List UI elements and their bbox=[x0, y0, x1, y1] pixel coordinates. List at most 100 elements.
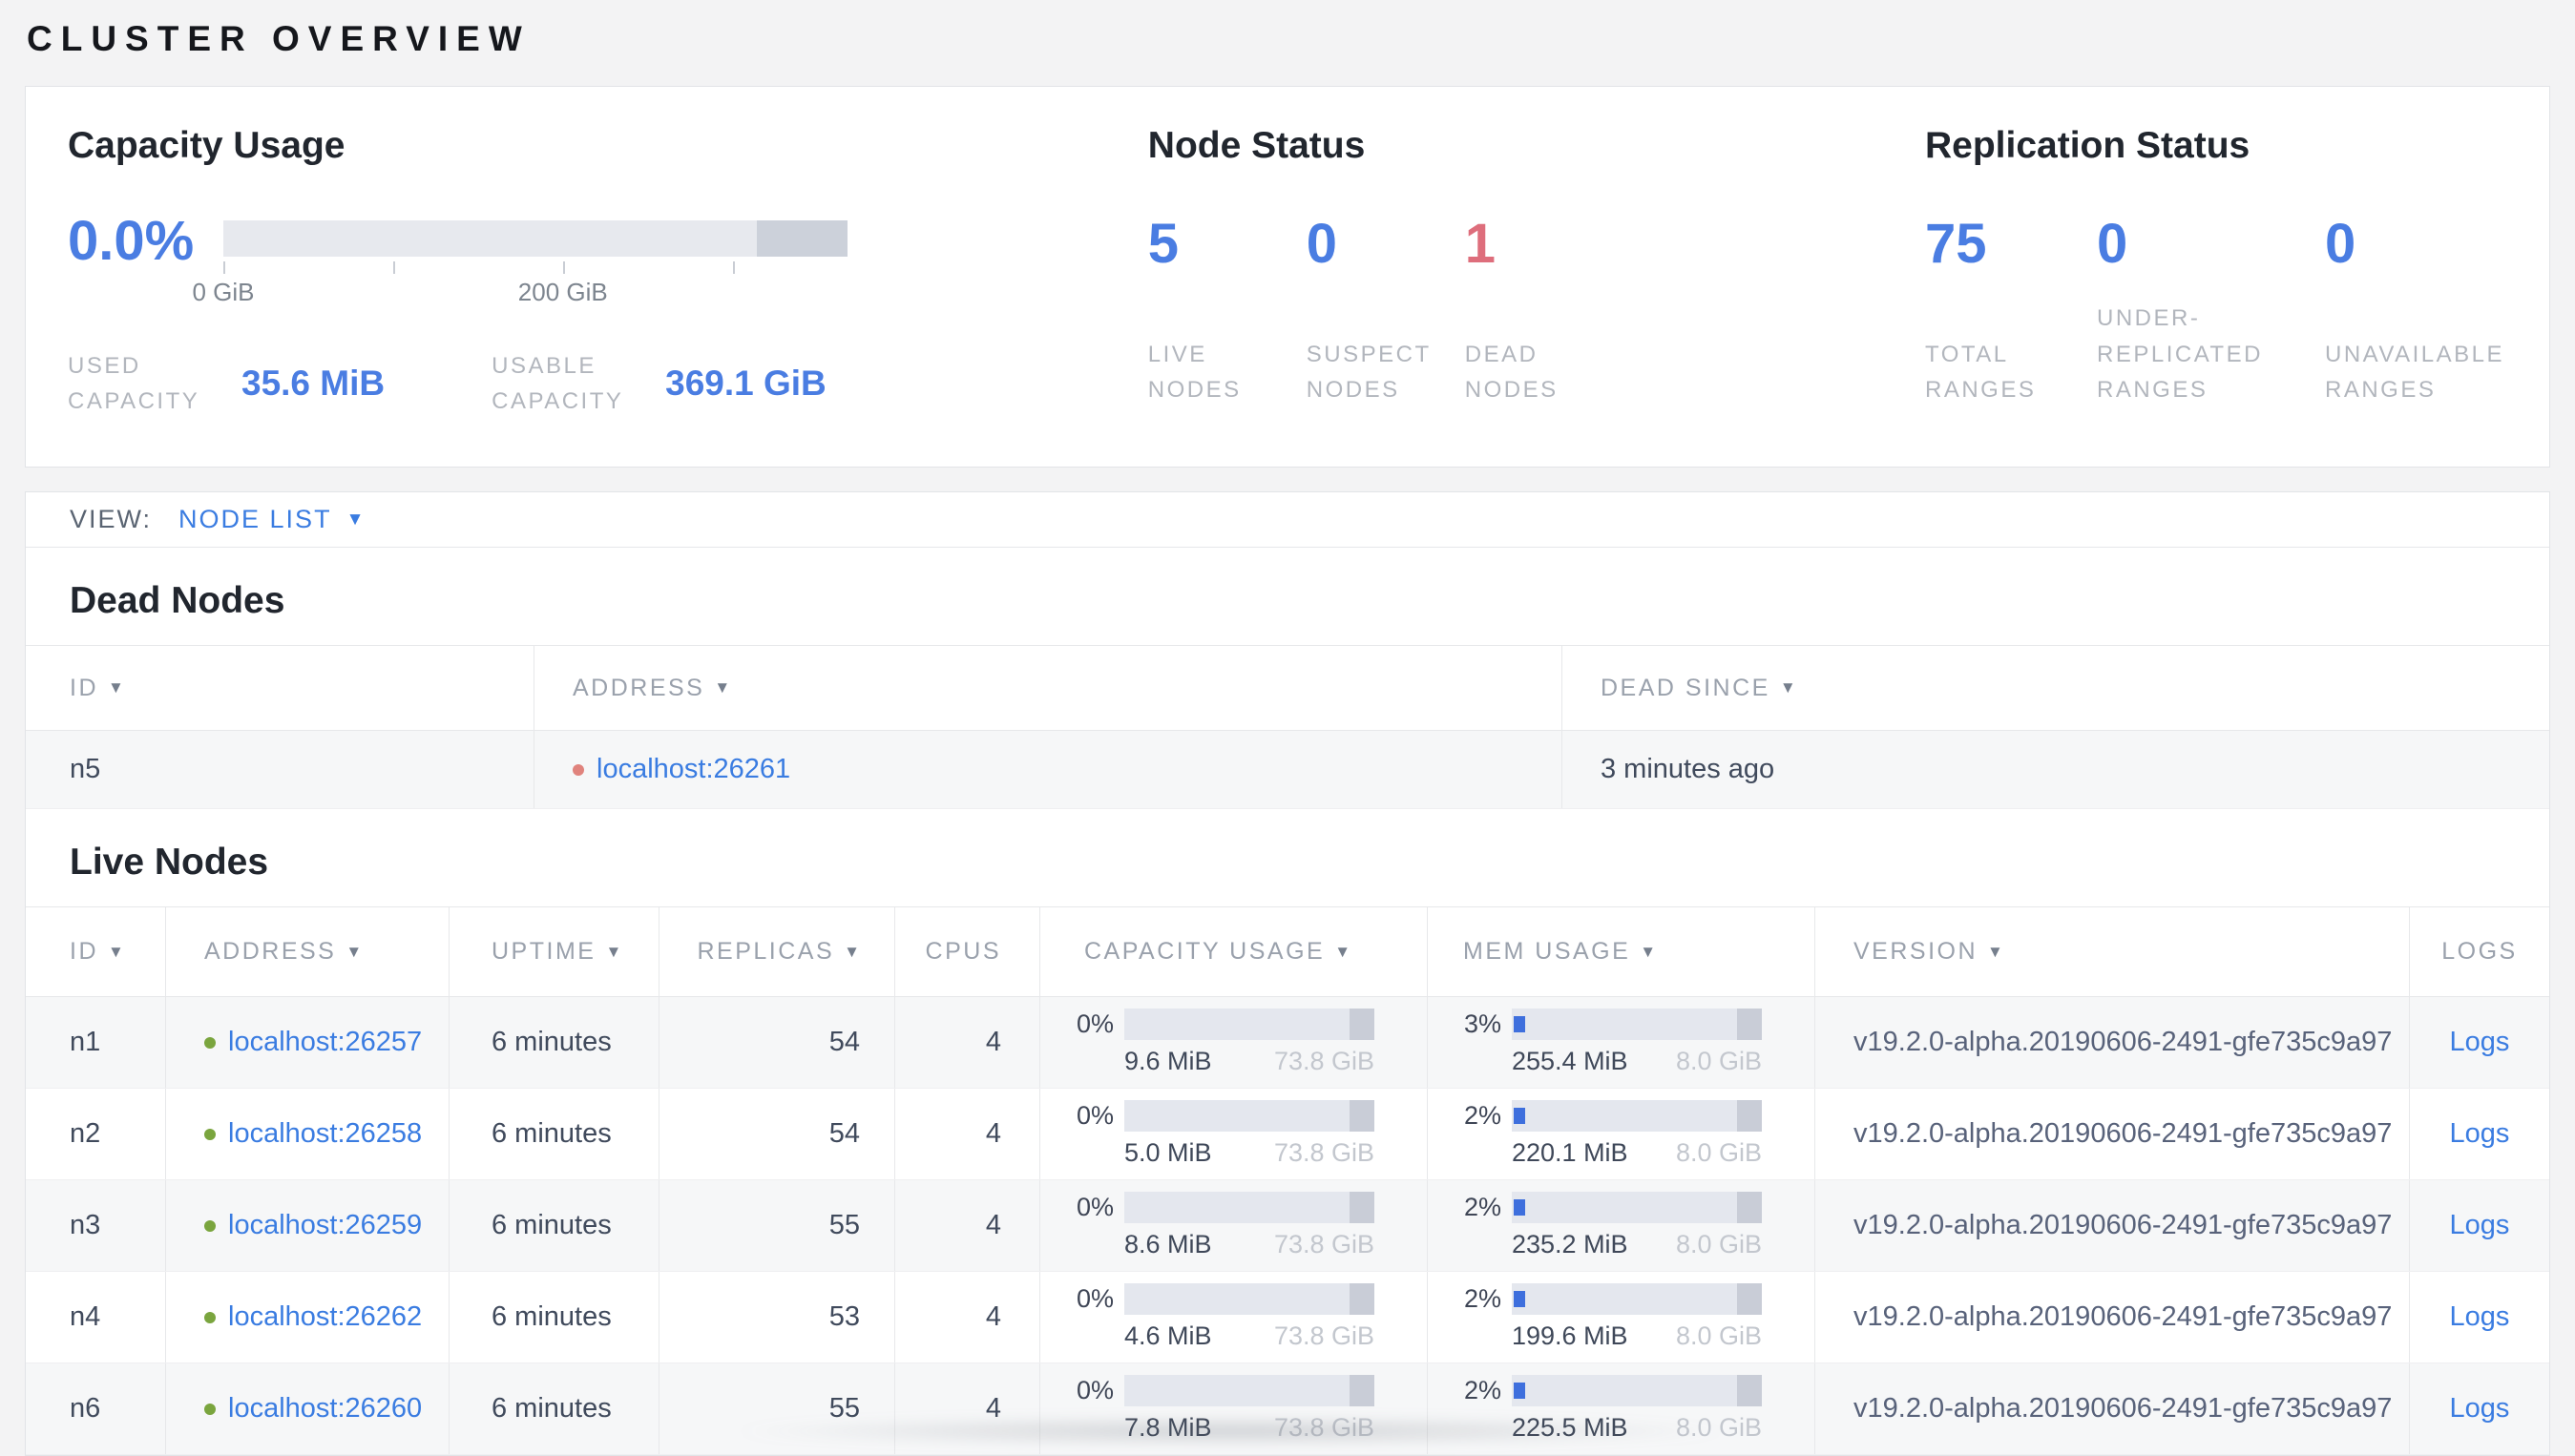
live-col-header-capacity[interactable]: Capacity Usage ▼ bbox=[1039, 907, 1427, 996]
node-id: n3 bbox=[70, 1210, 101, 1240]
live-nodes-table: ID ▼ Address ▼ Uptime ▼ Replicas ▼ CPUs Capa… bbox=[26, 906, 2549, 1455]
live-col-header-mem[interactable]: Mem Usage ▼ bbox=[1427, 907, 1814, 996]
under-replicated-count: 0 bbox=[2097, 213, 2128, 275]
node-address-link[interactable]: localhost:26259 bbox=[228, 1210, 422, 1241]
dead-col-header-address[interactable]: Address ▼ bbox=[534, 646, 1561, 730]
node-address-link[interactable]: localhost:26257 bbox=[228, 1027, 422, 1058]
capacity-used: 4.6 MiB bbox=[1124, 1321, 1212, 1350]
sort-arrow-icon: ▼ bbox=[714, 678, 731, 697]
view-bar: View: Node List ▼ bbox=[26, 492, 2549, 548]
sort-arrow-icon: ▼ bbox=[1987, 942, 2003, 961]
node-uptime: 6 minutes bbox=[449, 1363, 659, 1454]
capacity-mini-bar bbox=[1124, 1192, 1374, 1223]
node-logs-cell: Logs bbox=[2409, 1180, 2549, 1271]
dead-col-header-id[interactable]: ID ▼ bbox=[26, 646, 534, 730]
live-col-header-address[interactable]: Address ▼ bbox=[165, 907, 449, 996]
capacity-used: 8.6 MiB bbox=[1124, 1230, 1212, 1258]
logs-link[interactable]: Logs bbox=[2450, 1210, 2510, 1241]
suspect-nodes-label: Suspect Nodes bbox=[1306, 341, 1432, 403]
usable-capacity-value: 369.1 GiB bbox=[665, 364, 827, 404]
node-address-cell: localhost:26259 bbox=[165, 1180, 449, 1271]
node-status-title: Node Status bbox=[1147, 125, 1366, 166]
mem-used: 255.4 MiB bbox=[1512, 1047, 1628, 1075]
node-capacity-cell: 0% 8.6 MiB 73.8 GiB bbox=[1039, 1180, 1427, 1271]
live-status-dot-icon bbox=[204, 1311, 216, 1323]
unavailable-ranges-label: Unavailable Ranges bbox=[2325, 341, 2505, 403]
mem-total: 8.0 GiB bbox=[1675, 1138, 1762, 1167]
capacity-bar: 0 GiB 200 GiB bbox=[192, 220, 848, 308]
live-nodes-count: 5 bbox=[1147, 213, 1180, 275]
node-address-link[interactable]: localhost:26258 bbox=[228, 1118, 422, 1150]
total-ranges-label: Total Ranges bbox=[1925, 341, 2037, 403]
live-col-header-replicas[interactable]: Replicas ▼ bbox=[659, 907, 894, 996]
dead-nodes-label: Dead Nodes bbox=[1464, 341, 1559, 403]
table-row: n5 localhost:26261 3 minutes ago bbox=[26, 731, 2549, 809]
page-title: Cluster Overview bbox=[27, 19, 531, 58]
dead-nodes-table: ID ▼ Address ▼ Dead Since ▼ n5 localhost:26… bbox=[26, 645, 2549, 809]
sort-arrow-icon: ▼ bbox=[1640, 942, 1657, 961]
logs-link[interactable]: Logs bbox=[2450, 1393, 2510, 1425]
capacity-mini-bar bbox=[1124, 1100, 1374, 1132]
node-id: n4 bbox=[70, 1301, 101, 1332]
logs-link[interactable]: Logs bbox=[2450, 1118, 2510, 1150]
sort-arrow-icon: ▼ bbox=[108, 942, 124, 961]
capacity-tick-label-200: 200 GiB bbox=[517, 278, 608, 306]
node-replicas: 55 bbox=[659, 1180, 894, 1271]
capacity-mini-bar bbox=[1124, 1009, 1374, 1040]
live-status-dot-icon bbox=[204, 1403, 216, 1415]
node-version: v19.2.0-alpha.20190606-2491-gfe735c9a97 bbox=[1814, 997, 2409, 1088]
chevron-down-icon: ▼ bbox=[345, 509, 365, 530]
live-col-header-id[interactable]: ID ▼ bbox=[26, 907, 165, 996]
logs-link[interactable]: Logs bbox=[2450, 1301, 2510, 1333]
capacity-total: 73.8 GiB bbox=[1273, 1230, 1374, 1258]
live-col-header-version[interactable]: Version ▼ bbox=[1814, 907, 2409, 996]
capacity-total: 73.8 GiB bbox=[1273, 1047, 1374, 1075]
capacity-tick-label-0: 0 GiB bbox=[192, 278, 255, 306]
node-address-link[interactable]: localhost:26260 bbox=[228, 1393, 422, 1425]
node-mem-cell: 2% 199.6 MiB 8.0 GiB bbox=[1427, 1272, 1814, 1362]
mem-total: 8.0 GiB bbox=[1675, 1321, 1762, 1350]
live-col-header-uptime[interactable]: Uptime ▼ bbox=[449, 907, 659, 996]
node-uptime: 6 minutes bbox=[449, 997, 659, 1088]
dead-node-id: n5 bbox=[70, 754, 101, 784]
under-replicated-label: Under-replicated Ranges bbox=[2097, 305, 2263, 403]
node-address-link[interactable]: localhost:26262 bbox=[228, 1301, 422, 1333]
dead-nodes-count: 1 bbox=[1464, 213, 1497, 275]
live-status-dot-icon bbox=[204, 1128, 216, 1140]
sort-arrow-icon: ▼ bbox=[1334, 942, 1351, 961]
mem-used: 199.6 MiB bbox=[1512, 1321, 1628, 1350]
node-cpus: 4 bbox=[894, 997, 1039, 1088]
dead-nodes-heading: Dead Nodes bbox=[70, 580, 285, 621]
node-id: n1 bbox=[70, 1027, 101, 1057]
node-uptime: 6 minutes bbox=[449, 1272, 659, 1362]
sort-arrow-icon: ▼ bbox=[605, 942, 622, 961]
capacity-total: 73.8 GiB bbox=[1273, 1138, 1374, 1167]
mem-mini-bar bbox=[1512, 1375, 1762, 1406]
sort-arrow-icon: ▼ bbox=[1779, 678, 1796, 697]
node-logs-cell: Logs bbox=[2409, 997, 2549, 1088]
dead-col-header-dead-since[interactable]: Dead Since ▼ bbox=[1561, 646, 2549, 730]
suspect-nodes-count: 0 bbox=[1306, 213, 1338, 275]
used-capacity-label: Used Capacity bbox=[68, 353, 200, 415]
node-capacity-cell: 0% 5.0 MiB 73.8 GiB bbox=[1039, 1089, 1427, 1179]
node-replicas: 54 bbox=[659, 997, 894, 1088]
node-mem-cell: 2% 235.2 MiB 8.0 GiB bbox=[1427, 1180, 1814, 1271]
mem-percent-label: 2% bbox=[1463, 1284, 1501, 1313]
capacity-axis-ticks bbox=[223, 260, 848, 274]
node-uptime: 6 minutes bbox=[449, 1089, 659, 1179]
sort-arrow-icon: ▼ bbox=[844, 942, 860, 961]
bottom-shadow bbox=[735, 1418, 1727, 1445]
dead-node-address-link[interactable]: localhost:26261 bbox=[597, 754, 790, 785]
mem-total: 8.0 GiB bbox=[1675, 1230, 1762, 1258]
view-selector[interactable]: Node List ▼ bbox=[178, 505, 364, 534]
total-ranges-count: 75 bbox=[1925, 213, 1987, 275]
live-col-header-logs: Logs bbox=[2409, 907, 2549, 996]
node-address-cell: localhost:26260 bbox=[165, 1363, 449, 1454]
view-selected-value[interactable]: Node List bbox=[178, 505, 332, 534]
node-mem-cell: 2% 220.1 MiB 8.0 GiB bbox=[1427, 1089, 1814, 1179]
mem-percent-label: 3% bbox=[1463, 1009, 1501, 1038]
table-row: n3 localhost:26259 6 minutes 55 4 0% 8.6… bbox=[26, 1180, 2549, 1272]
logs-link[interactable]: Logs bbox=[2450, 1027, 2510, 1058]
node-logs-cell: Logs bbox=[2409, 1272, 2549, 1362]
node-logs-cell: Logs bbox=[2409, 1363, 2549, 1454]
